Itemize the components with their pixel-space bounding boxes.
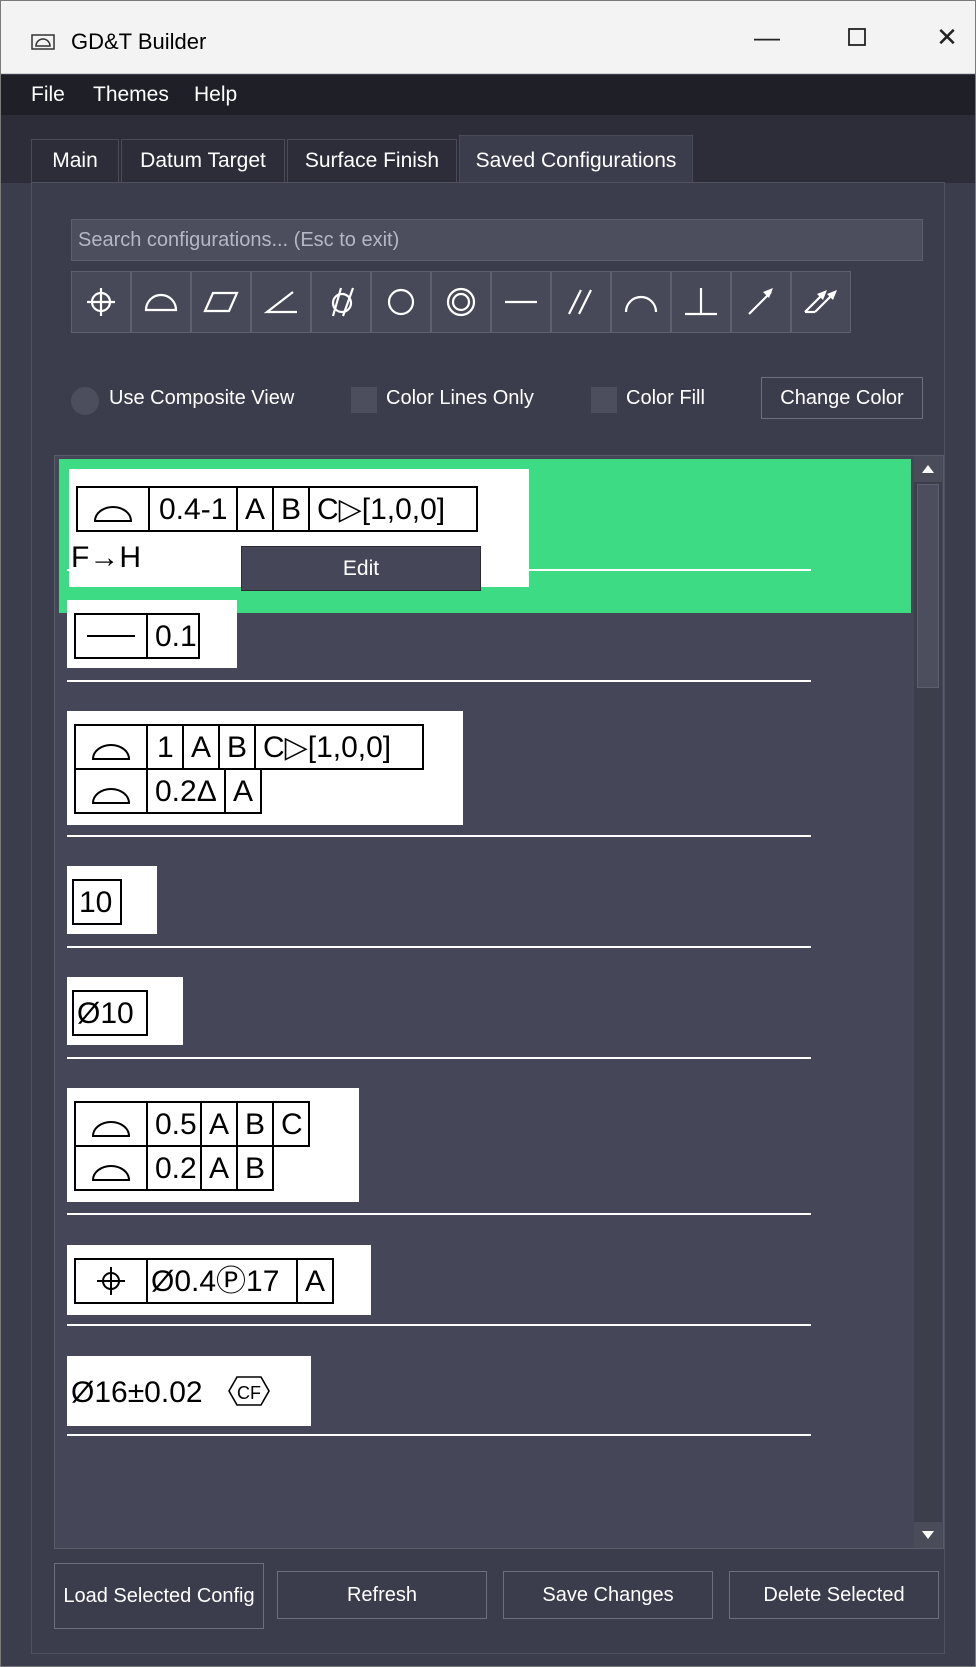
tab-main[interactable]: Main [31, 139, 119, 183]
configuration-list[interactable]: 0.4-1 A B C▷[1,0,0] F→H 0.1 1 A B C▷[1,0… [54, 455, 944, 1549]
svg-text:A: A [233, 775, 253, 808]
close-icon[interactable]: ✕ [919, 17, 975, 57]
composite-view-label: Use Composite View [109, 387, 295, 409]
separator [67, 1213, 811, 1215]
separator [67, 1057, 811, 1059]
list-item[interactable]: 0.1 [67, 600, 237, 668]
tab-datum-target[interactable]: Datum Target [121, 139, 285, 183]
svg-text:0.5: 0.5 [155, 1108, 197, 1141]
basic-dimension: 10 [79, 886, 112, 919]
svg-text:B: B [245, 1108, 265, 1141]
scroll-thumb[interactable] [917, 484, 939, 688]
concentricity-icon[interactable] [431, 271, 491, 333]
separator [67, 835, 811, 837]
datum-b: B [281, 493, 301, 526]
svg-text:C: C [281, 1108, 303, 1141]
basic-dimension: Ø10 [77, 997, 134, 1030]
profile-of-surface-icon[interactable] [131, 271, 191, 333]
tolerance-value: 0.4-1 [159, 493, 227, 526]
svg-text:C▷[1,0,0]: C▷[1,0,0] [263, 731, 391, 764]
list-item[interactable]: Ø10 [67, 977, 183, 1045]
datum-a: A [245, 493, 265, 526]
list-item[interactable]: 10 [67, 866, 157, 934]
circularity-icon[interactable] [371, 271, 431, 333]
menu-bar: File Themes Help [1, 75, 975, 115]
app-window: GD&T Builder — ✕ File Themes Help Main D… [0, 0, 976, 1667]
continuous-feature-tag: CF [237, 1383, 261, 1403]
circular-runout-icon[interactable] [731, 271, 791, 333]
datum-c: C▷[1,0,0] [317, 493, 445, 526]
separator [67, 680, 811, 682]
delete-selected-button[interactable]: Delete Selected [729, 1571, 939, 1619]
menu-file[interactable]: File [31, 83, 65, 107]
change-color-button[interactable]: Change Color [761, 377, 923, 419]
tolerance-value: 0.1 [155, 620, 197, 653]
svg-text:0.2: 0.2 [155, 1152, 197, 1185]
flatness-icon[interactable] [191, 271, 251, 333]
refresh-button[interactable]: Refresh [277, 1571, 487, 1619]
minimize-icon[interactable]: — [739, 17, 795, 57]
angularity-icon[interactable] [251, 271, 311, 333]
list-item[interactable]: 1 A B C▷[1,0,0] 0.2Δ A [67, 711, 463, 825]
list-item[interactable]: 0.5 A B C 0.2 A B [67, 1088, 359, 1202]
svg-text:A: A [191, 731, 211, 764]
color-lines-only-checkbox[interactable] [351, 387, 377, 413]
tab-saved-configurations[interactable]: Saved Configurations [459, 135, 693, 185]
maximize-icon[interactable] [829, 17, 885, 57]
svg-text:0.2Δ: 0.2Δ [155, 775, 217, 808]
svg-text:A: A [209, 1152, 229, 1185]
separator [67, 1434, 811, 1436]
cylindricity-icon[interactable] [311, 271, 371, 333]
menu-help[interactable]: Help [194, 83, 237, 107]
svg-text:B: B [245, 1152, 265, 1185]
window-title: GD&T Builder [71, 29, 207, 54]
scroll-down-icon[interactable] [914, 1522, 942, 1548]
menu-themes[interactable]: Themes [93, 83, 169, 107]
load-selected-config-button[interactable]: Load Selected Config [54, 1563, 264, 1629]
composite-view-radio[interactable] [71, 387, 99, 415]
color-fill-checkbox[interactable] [591, 387, 617, 413]
search-input[interactable] [71, 219, 923, 261]
total-runout-icon[interactable] [791, 271, 851, 333]
separator [67, 946, 811, 948]
edit-menu-item[interactable]: Edit [241, 546, 481, 591]
profile-of-line-icon[interactable] [611, 271, 671, 333]
separator [67, 1324, 811, 1326]
app-icon [31, 34, 55, 50]
list-scrollbar[interactable] [914, 456, 942, 1548]
size-tolerance: Ø16±0.02 [71, 1376, 203, 1409]
svg-text:A: A [209, 1108, 229, 1141]
position-icon[interactable] [71, 271, 131, 333]
parallelism-icon[interactable] [551, 271, 611, 333]
color-lines-only-label: Color Lines Only [386, 387, 534, 409]
perpendicularity-icon[interactable] [671, 271, 731, 333]
straightness-icon[interactable] [491, 271, 551, 333]
save-changes-button[interactable]: Save Changes [503, 1571, 713, 1619]
color-fill-label: Color Fill [626, 387, 705, 409]
tab-bar: Main Datum Target Surface Finish Saved C… [1, 115, 975, 185]
svg-text:A: A [305, 1265, 325, 1298]
scroll-up-icon[interactable] [914, 456, 942, 482]
svg-text:1: 1 [157, 731, 174, 764]
svg-text:B: B [227, 731, 247, 764]
list-item[interactable]: Ø16±0.02 CF [67, 1356, 311, 1426]
position-tolerance: Ø0.4Ⓟ17 [151, 1265, 279, 1298]
list-item[interactable]: Ø0.4Ⓟ17 A [67, 1245, 371, 1315]
tab-surface-finish[interactable]: Surface Finish [287, 139, 457, 183]
title-bar: GD&T Builder — ✕ [1, 1, 975, 74]
